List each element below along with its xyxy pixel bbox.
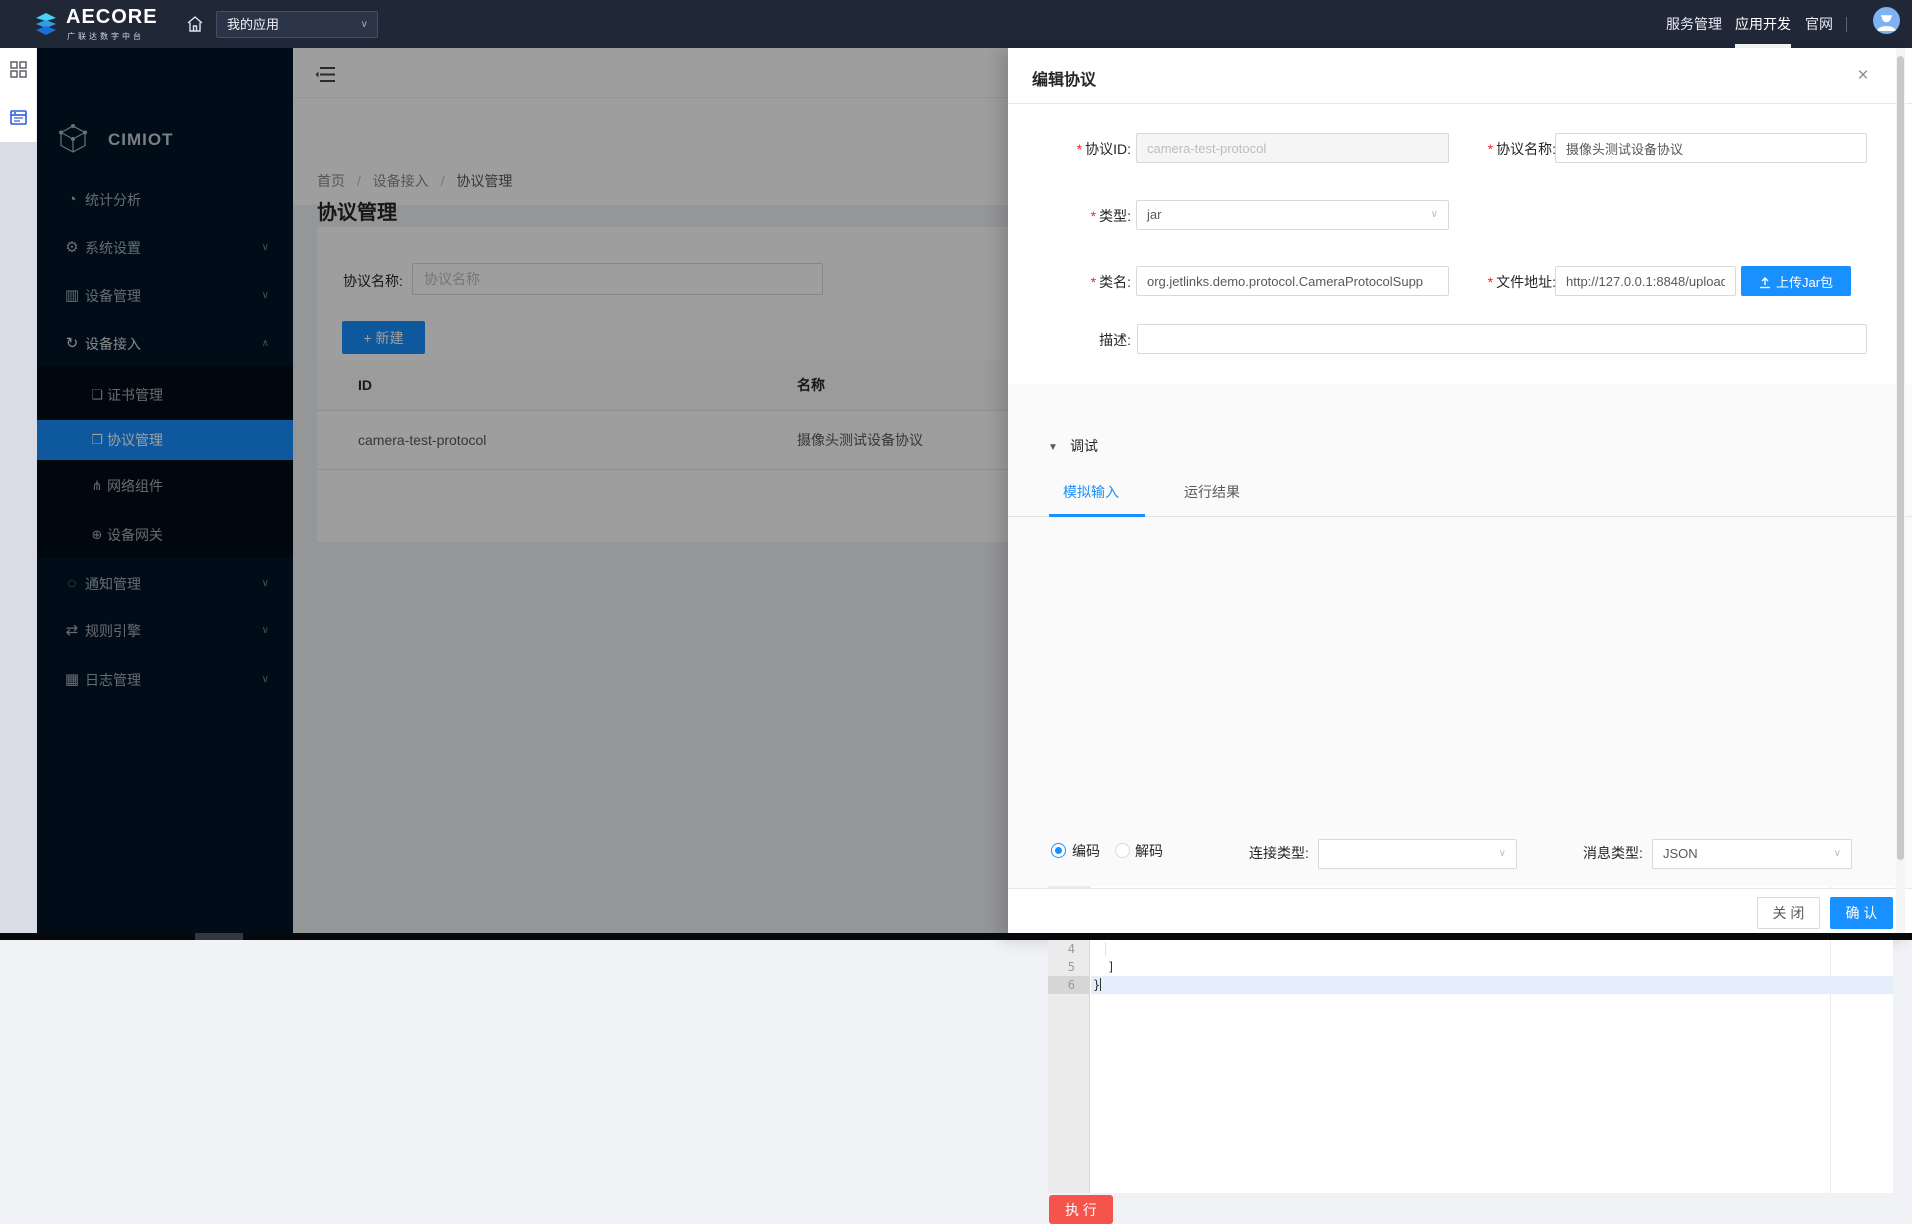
- class-name-label: *类名:: [1008, 272, 1131, 292]
- description-label: 描述:: [1008, 330, 1131, 350]
- aecore-logo-icon: [33, 10, 59, 38]
- decode-radio[interactable]: [1115, 843, 1130, 858]
- portal-topbar: AECORE 广联达数字中台 我的应用 ∨ 服务管理 应用开发 官网: [0, 0, 1912, 48]
- close-button[interactable]: 关 闭: [1757, 897, 1820, 929]
- indent-guide: [1105, 942, 1106, 956]
- protocol-name-label: *协议名称:: [1406, 139, 1556, 159]
- topnav-official-site[interactable]: 官网: [1805, 0, 1833, 48]
- brand-name: AECORE: [66, 6, 158, 29]
- type-label: *类型:: [1008, 206, 1131, 226]
- protocol-id-label: *协议ID:: [1008, 139, 1131, 159]
- description-input[interactable]: [1137, 324, 1867, 354]
- type-select[interactable]: jar ∨: [1136, 200, 1449, 230]
- topbar-divider: [1846, 17, 1847, 32]
- encode-radio[interactable]: [1051, 843, 1066, 858]
- upload-jar-button[interactable]: 上传Jar包: [1741, 266, 1851, 296]
- drawer-title: 编辑协议: [1032, 66, 1096, 90]
- chevron-down-icon: ∨: [361, 12, 368, 37]
- connection-type-label: 连接类型:: [1249, 843, 1309, 863]
- upload-jar-label: 上传Jar包: [1776, 275, 1833, 290]
- chevron-down-icon: ∨: [1499, 840, 1506, 868]
- app-select-value: 我的应用: [227, 17, 279, 32]
- encode-radio-label[interactable]: 编码: [1072, 841, 1100, 861]
- drawer-mask[interactable]: [37, 48, 1008, 940]
- text-cursor: [1100, 978, 1101, 991]
- portal-rail: [0, 48, 37, 142]
- apps-grid-icon[interactable]: [10, 61, 27, 78]
- collapse-caret-icon[interactable]: ▼: [1048, 442, 1058, 453]
- decode-radio-label[interactable]: 解码: [1135, 841, 1163, 861]
- close-icon[interactable]: ×: [1850, 64, 1876, 90]
- scrollbar[interactable]: [1896, 48, 1905, 940]
- drawer-header: 编辑协议 ×: [1008, 48, 1912, 104]
- confirm-button[interactable]: 确 认: [1830, 897, 1893, 929]
- chevron-down-icon: ∨: [1431, 201, 1438, 229]
- app-layout-icon[interactable]: [10, 109, 27, 126]
- connection-type-select[interactable]: ∨: [1318, 839, 1517, 869]
- app-select[interactable]: 我的应用 ∨: [216, 11, 378, 38]
- chevron-down-icon: ∨: [1834, 840, 1841, 868]
- topnav-service-management[interactable]: 服务管理: [1666, 0, 1722, 48]
- file-url-input[interactable]: [1555, 266, 1736, 296]
- code-line: ]: [1091, 958, 1893, 976]
- protocol-id-input: [1136, 133, 1449, 163]
- topnav-app-development[interactable]: 应用开发: [1735, 0, 1791, 48]
- debug-panel: ▼ 调试 模拟输入 运行结果 编码 解码 连接类型: ∨ 消息类型: JSON …: [1008, 384, 1912, 888]
- active-tab-underline: [1049, 514, 1145, 517]
- user-avatar[interactable]: [1873, 7, 1900, 34]
- home-icon[interactable]: [185, 14, 205, 34]
- code-line-active: }: [1091, 976, 1893, 994]
- tab-simulated-input[interactable]: 模拟输入: [1063, 482, 1119, 502]
- scrollbar-thumb[interactable]: [1897, 56, 1904, 860]
- protocol-name-input[interactable]: [1555, 133, 1867, 163]
- class-name-input[interactable]: [1136, 266, 1449, 296]
- tab-run-result[interactable]: 运行结果: [1184, 482, 1240, 502]
- debug-panel-title[interactable]: 调试: [1070, 436, 1098, 456]
- code-line: [1091, 940, 1893, 958]
- edit-protocol-drawer: 编辑协议 × *协议ID: *协议名称: *类型: jar ∨ *类名: *文件…: [1008, 48, 1912, 940]
- brand-subtitle: 广联达数字中台: [67, 31, 144, 42]
- message-type-select[interactable]: JSON ∨: [1652, 839, 1852, 869]
- run-button[interactable]: 执 行: [1049, 1195, 1113, 1224]
- bottom-screen-strip: [0, 933, 1912, 940]
- message-type-label: 消息类型:: [1583, 843, 1643, 863]
- bottom-strip-segment: [195, 933, 243, 940]
- portal-rail-lower: [0, 142, 37, 940]
- file-url-label: *文件地址:: [1406, 272, 1556, 292]
